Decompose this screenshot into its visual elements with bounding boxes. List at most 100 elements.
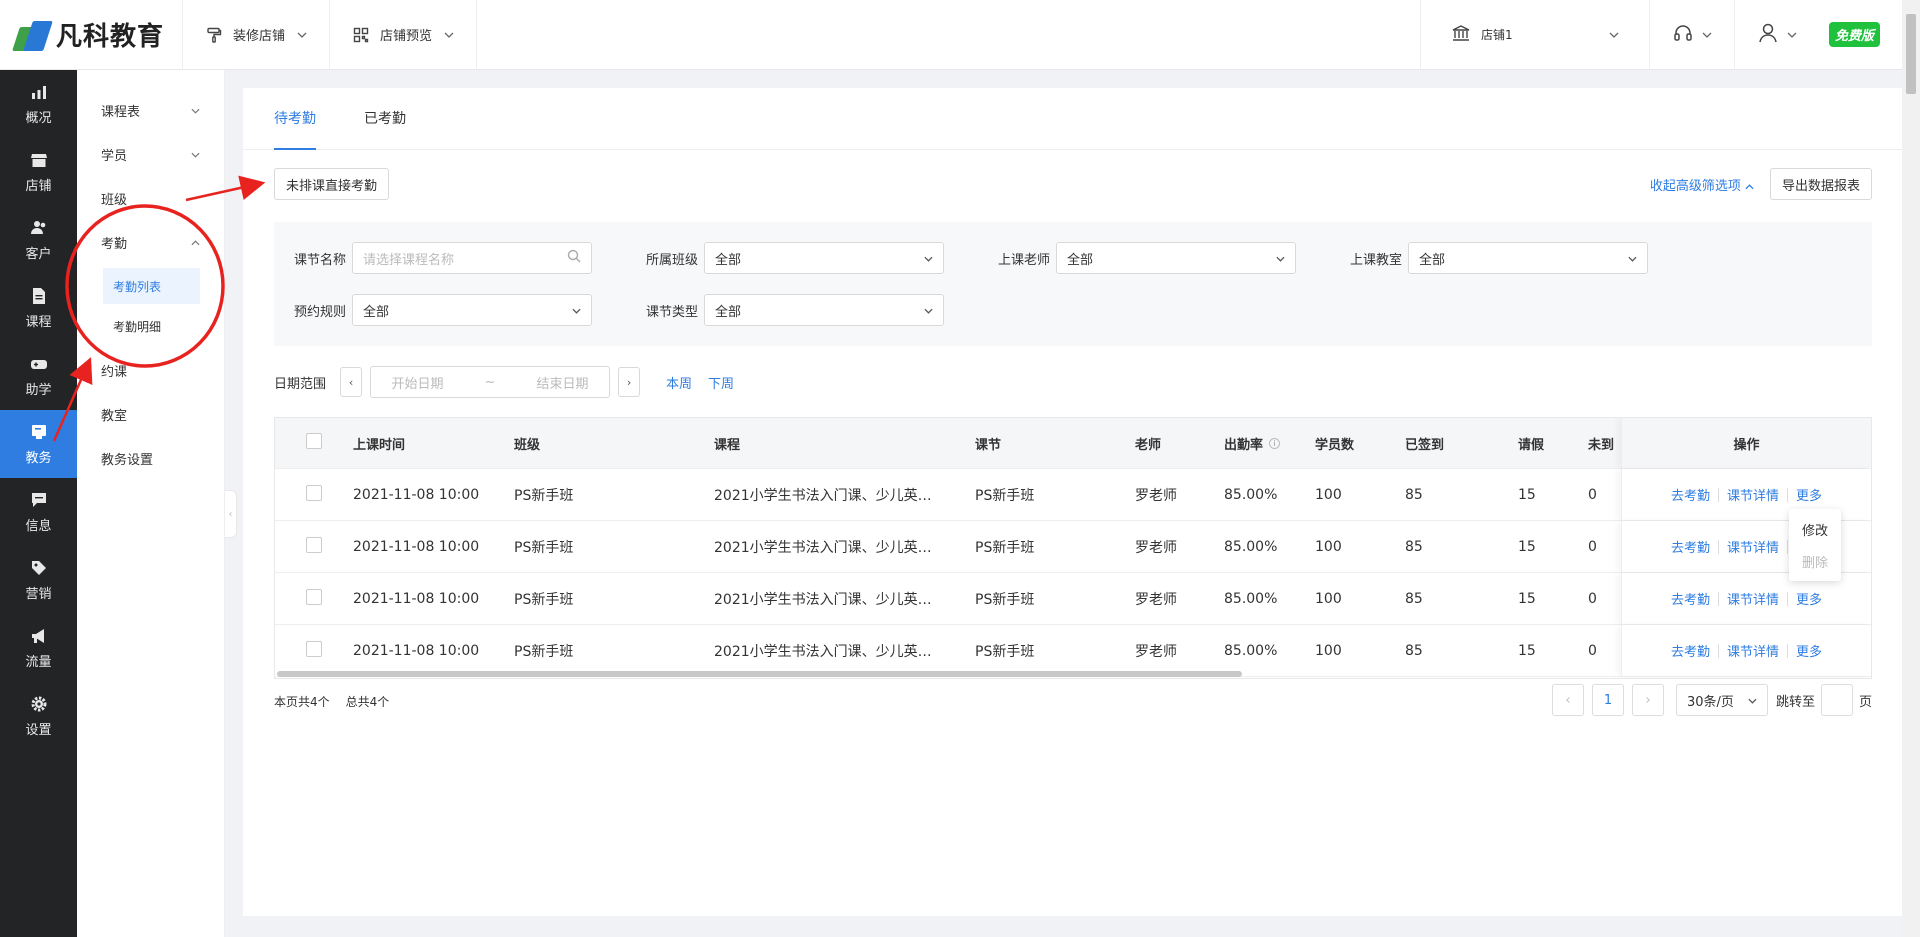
- filter-lesson-name: 课节名称 请选择课程名称: [294, 242, 593, 274]
- next-page-button[interactable]: ›: [1631, 684, 1664, 716]
- table-row: 2021-11-08 10:00 PS新手班 2021小学生书法入门课、少儿英语…: [275, 521, 1871, 573]
- nav-courses[interactable]: 课程: [0, 274, 77, 342]
- next-date-button[interactable]: ›: [618, 367, 641, 397]
- row-checkbox[interactable]: [306, 484, 322, 501]
- teacher-select[interactable]: 全部: [1056, 242, 1297, 274]
- tab-pending[interactable]: 待考勤: [274, 87, 316, 150]
- nav-settings[interactable]: 设置: [0, 682, 77, 750]
- select-value: 全部: [715, 252, 742, 268]
- sidebar-collapse-handle[interactable]: ‹: [225, 490, 237, 538]
- cell-class: PS新手班: [514, 591, 574, 608]
- collapse-filters-link[interactable]: 收起高级筛选项: [1650, 175, 1754, 194]
- next-week-link[interactable]: 下周: [708, 373, 734, 392]
- row-select-cell: [275, 640, 353, 661]
- prev-page-button[interactable]: ‹: [1551, 684, 1584, 716]
- row-checkbox[interactable]: [306, 588, 322, 605]
- scrollbar-thumb[interactable]: [1906, 14, 1916, 94]
- direct-attendance-button[interactable]: 未排课直接考勤: [274, 168, 390, 200]
- cell-teacher: 罗老师: [1135, 591, 1177, 608]
- submenu-students[interactable]: 学员: [77, 132, 224, 176]
- store-selector[interactable]: 店铺1: [1419, 0, 1650, 70]
- cell-class: PS新手班: [514, 539, 574, 556]
- support-menu[interactable]: [1650, 0, 1735, 70]
- submenu-label: 教室: [101, 408, 128, 424]
- info-icon[interactable]: i: [1269, 437, 1281, 449]
- lesson-detail-link[interactable]: 课节详情: [1727, 537, 1779, 556]
- rule-select[interactable]: 全部: [352, 294, 593, 326]
- prev-date-button[interactable]: ‹: [340, 367, 363, 397]
- cell-course: 2021小学生书法入门课、少儿英语...: [714, 487, 944, 504]
- submenu-label: 班级: [101, 192, 128, 208]
- more-link[interactable]: 更多: [1796, 485, 1822, 504]
- chevron-down-icon: [924, 303, 933, 318]
- type-select[interactable]: 全部: [704, 294, 945, 326]
- page-scrollbar[interactable]: [1902, 0, 1920, 937]
- lesson-detail-link[interactable]: 课节详情: [1727, 589, 1779, 608]
- submenu-label: 考勤: [101, 236, 128, 252]
- row-checkbox[interactable]: [306, 536, 322, 553]
- room-select[interactable]: 全部: [1408, 242, 1649, 274]
- more-link[interactable]: 更多: [1796, 641, 1822, 660]
- more-link[interactable]: 更多: [1796, 589, 1822, 608]
- user-menu[interactable]: [1735, 0, 1819, 70]
- col-lesson: 课节: [975, 437, 1002, 453]
- nav-traffic[interactable]: 流量: [0, 614, 77, 682]
- headset-icon: [1672, 22, 1694, 48]
- nav-customers[interactable]: 客户: [0, 206, 77, 274]
- nav-marketing[interactable]: 营销: [0, 546, 77, 614]
- logo[interactable]: 凡科教育: [0, 0, 183, 70]
- cell-rate: 85.00%: [1224, 486, 1278, 503]
- delete-menu-item[interactable]: 删除: [1802, 545, 1828, 577]
- lesson-name-input[interactable]: 请选择课程名称: [352, 242, 593, 274]
- chevron-left-icon: ‹: [228, 508, 233, 520]
- nav-label: 教务: [25, 451, 52, 466]
- horizontal-scrollbar[interactable]: [277, 671, 1242, 677]
- select-all-cell: [275, 433, 353, 453]
- page-jump-input[interactable]: [1820, 684, 1853, 716]
- start-date-placeholder: 开始日期: [391, 376, 444, 392]
- submenu-classes[interactable]: 班级: [77, 176, 224, 220]
- nav-study-aid[interactable]: 助学: [0, 342, 77, 410]
- nav-messages[interactable]: 信息: [0, 478, 77, 546]
- bank-icon: [1451, 23, 1471, 47]
- nav-academic[interactable]: 教务: [0, 410, 77, 478]
- free-version-badge[interactable]: 免费版: [1828, 22, 1880, 47]
- date-range-picker[interactable]: 开始日期 ~ 结束日期: [370, 366, 611, 398]
- page-number-button[interactable]: 1: [1591, 684, 1624, 716]
- go-attendance-link[interactable]: 去考勤: [1671, 589, 1710, 608]
- submenu-label: 约课: [101, 364, 128, 380]
- search-icon: [567, 249, 581, 267]
- edit-menu-item[interactable]: 修改: [1802, 513, 1828, 545]
- page-size-select[interactable]: 30条/页: [1675, 684, 1768, 716]
- submenu-booking[interactable]: 约课: [77, 348, 224, 392]
- nav-overview[interactable]: 概况: [0, 70, 77, 138]
- this-week-link[interactable]: 本周: [666, 373, 692, 392]
- submenu-schedule[interactable]: 课程表: [77, 88, 224, 132]
- collapse-filters-label: 收起高级筛选项: [1649, 178, 1741, 194]
- go-attendance-link[interactable]: 去考勤: [1671, 537, 1710, 556]
- filter-class: 所属班级 全部: [646, 242, 945, 274]
- nav-label: 营销: [25, 587, 52, 602]
- decorate-store-menu[interactable]: 装修店铺: [183, 0, 331, 70]
- tag-icon: [29, 558, 49, 578]
- select-all-checkbox[interactable]: [306, 433, 322, 449]
- store-preview-menu[interactable]: 店铺预览: [330, 0, 478, 70]
- submenu-attendance-list[interactable]: 考勤列表: [103, 268, 200, 304]
- lesson-detail-link[interactable]: 课节详情: [1727, 641, 1779, 660]
- class-select[interactable]: 全部: [704, 242, 945, 274]
- cell-lesson: PS新手班: [975, 487, 1035, 504]
- submenu-classroom[interactable]: 教室: [77, 392, 224, 436]
- nav-shop[interactable]: 店铺: [0, 138, 77, 206]
- go-attendance-link[interactable]: 去考勤: [1671, 641, 1710, 660]
- cell-teacher: 罗老师: [1135, 539, 1177, 556]
- lesson-detail-link[interactable]: 课节详情: [1727, 485, 1779, 504]
- submenu-attendance[interactable]: 考勤: [77, 220, 224, 264]
- go-attendance-link[interactable]: 去考勤: [1671, 485, 1710, 504]
- row-checkbox[interactable]: [306, 640, 322, 657]
- submenu-attendance-detail[interactable]: 考勤明细: [103, 308, 200, 344]
- col-students: 学员数: [1315, 437, 1355, 453]
- tab-done[interactable]: 已考勤: [364, 87, 406, 149]
- export-report-button[interactable]: 导出数据报表: [1769, 168, 1872, 200]
- submenu-academic-settings[interactable]: 教务设置: [77, 436, 224, 480]
- cell-teacher: 罗老师: [1135, 487, 1177, 504]
